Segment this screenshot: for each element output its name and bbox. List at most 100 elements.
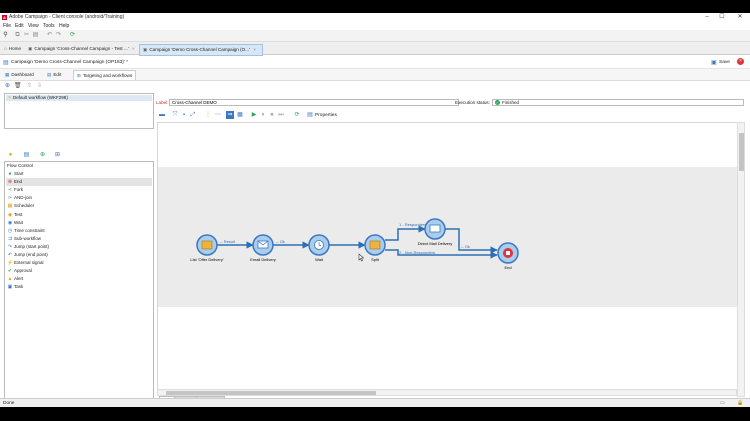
- palette-item-alert[interactable]: ▲ Alert: [6, 275, 152, 283]
- user-icon[interactable]: ⚲: [2, 32, 9, 39]
- new-workflow-icon[interactable]: ⊕: [4, 83, 11, 90]
- palette-item-scheduler[interactable]: ▦ Scheduler: [6, 202, 152, 210]
- redo-icon[interactable]: ↷: [55, 32, 62, 39]
- save-button[interactable]: Save: [719, 59, 730, 66]
- zoom-actual-icon[interactable]: ▪: [180, 111, 188, 119]
- campaign-icon: ▤: [3, 60, 9, 66]
- unconditional-stop-icon[interactable]: ⏭: [277, 111, 285, 119]
- label-caption: Label:: [156, 100, 169, 105]
- left-panel: ⊕ 🗑 ⇧ ⇩ ✎ Default workflow (WKF298) ● ▤ …: [2, 82, 154, 407]
- save-icon[interactable]: ▣: [711, 59, 717, 66]
- delete-icon[interactable]: 🗑: [14, 83, 22, 90]
- close-tab-icon[interactable]: ×: [132, 46, 135, 51]
- activity-palette: Flow Control ● Start ⊗ End ⋖ Fork ⋗ AND-join ▦ Sc…: [4, 161, 154, 407]
- dotted-line-icon[interactable]: ⋯: [214, 111, 222, 119]
- palette-item-time-constraint[interactable]: ◷ Time constraint: [6, 227, 152, 235]
- palette-item-approval[interactable]: ✔ Approval: [6, 267, 152, 275]
- zoom-extent-icon[interactable]: ⤢: [189, 111, 197, 119]
- move-up-icon[interactable]: ⇧: [26, 83, 33, 90]
- canvas-horizontal-scrollbar[interactable]: [157, 389, 737, 396]
- lock-icon: 🔒: [737, 400, 744, 406]
- approval-icon: ✔: [7, 268, 13, 275]
- status-bar: Done ▭ 🔒: [0, 398, 750, 407]
- activity-list-offer-delivery: List 'Offer Delivery': [190, 234, 224, 262]
- jump-end-icon: ↶: [7, 252, 13, 258]
- stop-workflow-icon[interactable]: ⏹: [268, 111, 276, 119]
- workflow-diagram[interactable]: -- Result -- Ok 1 - Responders 2 - Non-R…: [158, 123, 738, 390]
- label-input[interactable]: [169, 99, 459, 106]
- and-join-icon: ⋗: [7, 195, 13, 202]
- palette-item-task[interactable]: ▣ Task: [6, 283, 152, 291]
- flow-icon[interactable]: ⊕: [39, 152, 46, 159]
- close-campaign-icon[interactable]: ×: [737, 58, 744, 65]
- workflow-list-toolbar: ⊕ 🗑 ⇧ ⇩: [2, 82, 152, 92]
- canvas-vertical-scrollbar[interactable]: [737, 122, 745, 397]
- tab-dashboard[interactable]: ▦ Dashboard: [2, 70, 37, 79]
- fork-icon: ⋖: [7, 187, 13, 194]
- palette-item-test[interactable]: ◆ Test: [6, 211, 152, 219]
- palette-item-label: Jump (end point): [14, 252, 48, 257]
- palette-item-external-signal[interactable]: ⚡External signal: [6, 259, 152, 267]
- palette-item-label: External signal: [14, 260, 44, 266]
- palette-item-start[interactable]: ● Start: [6, 170, 152, 178]
- refresh-workflow-icon[interactable]: ⟳: [293, 111, 301, 119]
- pause-workflow-icon[interactable]: ⏸: [259, 111, 267, 119]
- workflow-canvas[interactable]: -- Result -- Ok 1 - Responders 2 - Non-R…: [157, 122, 739, 391]
- workflow-list-item[interactable]: ✎ Default workflow (WKF298): [6, 95, 152, 101]
- actions-icon[interactable]: ⊞: [54, 152, 61, 159]
- transition-label: 2 - Non-Responders: [399, 250, 435, 255]
- tab-campaign-test[interactable]: ▣ Campaign 'Cross-Channel Campaign - Test…: [25, 44, 143, 54]
- window-title: Adobe Campaign - Client console (android…: [9, 14, 125, 20]
- start-workflow-icon[interactable]: ▶: [250, 111, 258, 119]
- workflow-properties-row: Label: Execution status: ✓Finished: [156, 99, 746, 108]
- menu-edit[interactable]: Edit: [15, 22, 24, 30]
- tab-targeting-workflows[interactable]: ⊞ Targeting and workflows: [73, 70, 137, 80]
- palette-item-label: Time constraint: [14, 227, 45, 233]
- undo-icon[interactable]: ↶: [46, 32, 53, 39]
- palette-item-jump-end-point[interactable]: ↶ Jump (end point): [6, 251, 152, 259]
- palette-item-and-join[interactable]: ⋗ AND-join: [6, 194, 152, 202]
- workflow-icon: ✎: [8, 95, 12, 100]
- edit-icon: ▤: [47, 72, 52, 77]
- transition-icon[interactable]: ⇒: [226, 111, 234, 119]
- tab-edit[interactable]: ▤ Edit: [44, 70, 64, 79]
- menu-help[interactable]: Help: [59, 22, 69, 30]
- wait-icon: ◉: [7, 219, 13, 226]
- zoom-fit-icon[interactable]: ⤧: [171, 111, 179, 119]
- maximize-button[interactable]: ☐: [715, 13, 729, 22]
- horizontal-scroll-thumb[interactable]: [166, 391, 376, 395]
- targeting-icon[interactable]: ▤: [23, 152, 30, 159]
- save-layout-icon[interactable]: ▬: [158, 111, 166, 119]
- palette-item-end[interactable]: ⊗ End: [6, 178, 152, 187]
- list-icon: [201, 240, 213, 250]
- split-icon: [369, 240, 381, 250]
- tab-campaign-demo[interactable]: ▣ Campaign 'Demo Cross-Channel Campaign (…: [139, 44, 263, 56]
- vertical-scroll-thumb[interactable]: [739, 133, 744, 171]
- menu-view[interactable]: View: [28, 22, 39, 30]
- transition-label: 1 - Responders: [399, 222, 426, 227]
- palette-item-sub-workflow[interactable]: ⇉ Sub-workflow: [6, 235, 152, 243]
- paste-icon[interactable]: ▤: [32, 32, 39, 39]
- move-down-icon[interactable]: ⇩: [36, 83, 43, 90]
- close-tab-icon[interactable]: ×: [253, 47, 256, 52]
- menu-file[interactable]: File: [3, 22, 11, 30]
- sub-workflow-icon: ⇉: [7, 235, 13, 242]
- activity-wait: Wait: [308, 234, 330, 262]
- properties-button[interactable]: Properties: [315, 112, 337, 119]
- minimize-button[interactable]: –: [700, 13, 714, 22]
- refresh-icon[interactable]: ⟳: [69, 32, 76, 39]
- close-window-button[interactable]: ✕: [733, 13, 747, 22]
- properties-icon[interactable]: ▤: [306, 111, 314, 119]
- align-icon[interactable]: ⋮: [204, 111, 212, 119]
- cut-icon[interactable]: ✂: [23, 32, 30, 39]
- palette-item-jump-start-point[interactable]: ↷ Jump (start point): [6, 243, 152, 251]
- palette-item-wait[interactable]: ◉ Wait: [6, 219, 152, 227]
- copy-icon[interactable]: ⧉: [14, 32, 21, 39]
- mouse-cursor-icon: [358, 253, 365, 262]
- palette-item-fork[interactable]: ⋖ Fork: [6, 186, 152, 194]
- activities-icon[interactable]: ●: [7, 152, 14, 159]
- palette-item-label: Test: [14, 211, 23, 217]
- grid-icon[interactable]: ▦: [236, 111, 244, 119]
- activity-label: Email Delivery: [250, 257, 276, 262]
- menu-tools[interactable]: Tools: [43, 22, 55, 30]
